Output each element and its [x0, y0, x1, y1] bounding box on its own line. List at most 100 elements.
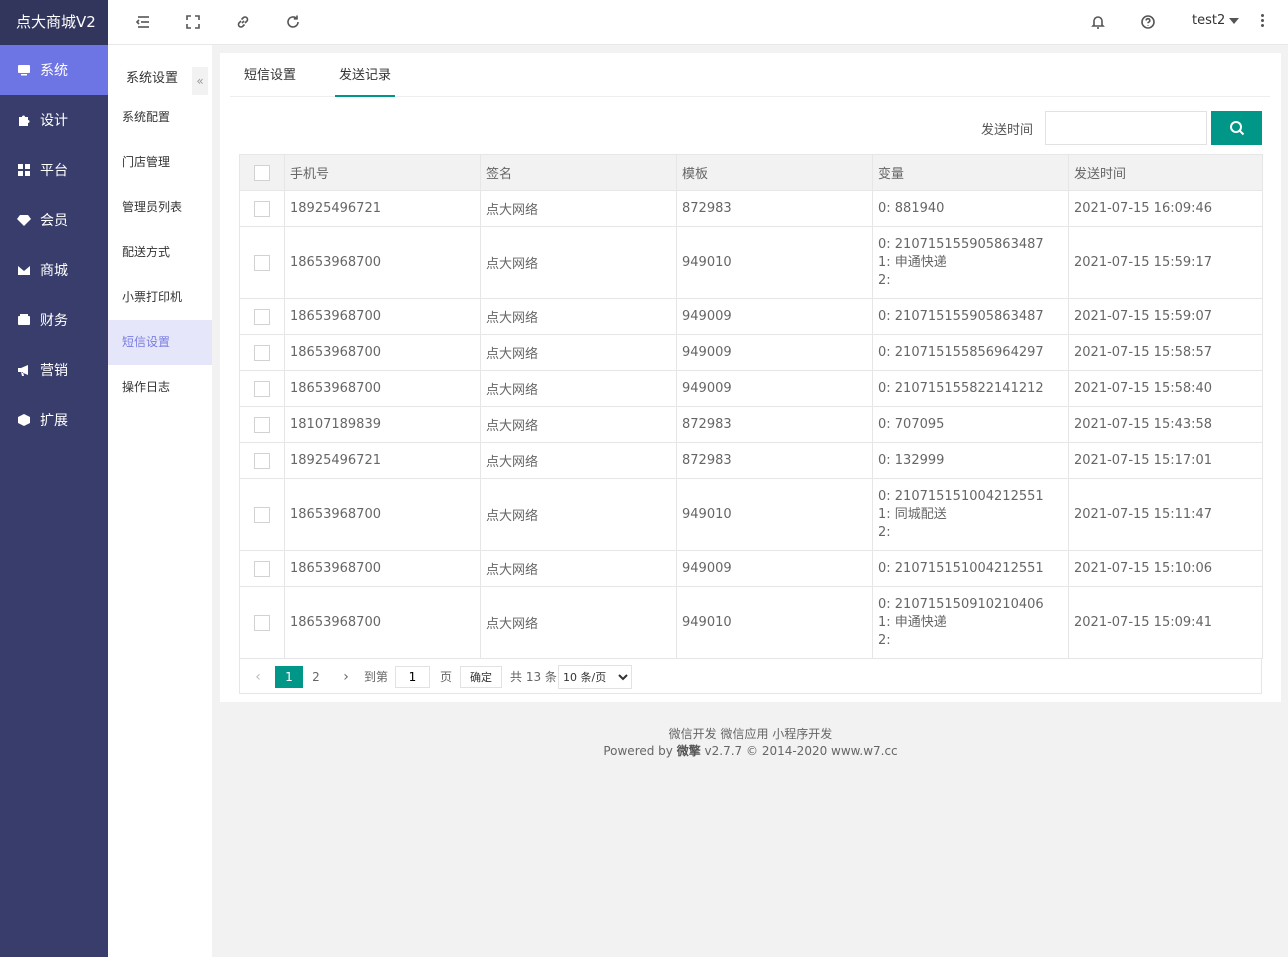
var-line: 0: 707095	[878, 416, 945, 432]
cell-sign: 点大网络	[480, 478, 677, 551]
row-checkbox[interactable]	[254, 254, 270, 271]
row-checkbox[interactable]	[254, 200, 270, 217]
collapse-menu-button[interactable]: «	[192, 67, 208, 95]
submenu-item-4[interactable]: 小票打印机	[108, 275, 212, 320]
submenu-item-6[interactable]: 操作日志	[108, 365, 212, 410]
cell-phone: 18925496721	[284, 442, 481, 479]
table-row: 18653968700 点大网络 949010 0: 2107151510042125…	[239, 478, 1263, 551]
row-checkbox[interactable]	[254, 506, 270, 523]
select-all-checkbox[interactable]	[254, 164, 270, 181]
submenu-item-2[interactable]: 管理员列表	[108, 185, 212, 230]
goto-label: 到第	[364, 670, 389, 684]
goto-page-input[interactable]	[395, 666, 430, 688]
sidebar-item-7[interactable]: 扩展	[0, 395, 108, 445]
cell-template: 949010	[676, 226, 873, 299]
sidebar-item-1[interactable]: 设计	[0, 95, 108, 145]
column-header-phone[interactable]: 手机号	[284, 154, 481, 191]
submenu-item-5[interactable]: 短信设置	[108, 320, 212, 365]
top-header: test2	[108, 0, 1288, 45]
table-header-row: 手机号 签名 模板 变量 发送时间	[239, 154, 1263, 191]
sidebar-item-6[interactable]: 营销	[0, 345, 108, 395]
app-logo: 点大商城V2	[0, 0, 108, 45]
var-line: 0: 210715151004212551	[878, 488, 1044, 504]
next-page-icon[interactable]: ›	[339, 666, 353, 688]
table-row: 18925496721 点大网络 872983 0: 132999 2021-07-15…	[239, 442, 1263, 479]
page-button-1[interactable]: 1	[275, 666, 303, 688]
table-row: 18653968700 点大网络 949010 0: 2107151559058634…	[239, 226, 1263, 299]
var-line: 0: 210715155905863487	[878, 308, 1044, 324]
submenu-item-1[interactable]: 门店管理	[108, 140, 212, 185]
row-checkbox[interactable]	[254, 416, 270, 433]
cell-phone: 18653968700	[284, 370, 481, 407]
page-button-2[interactable]: 2	[302, 666, 330, 688]
sidebar-item-0[interactable]: 系统	[0, 45, 108, 95]
cell-template: 949009	[676, 550, 873, 587]
fullscreen-icon[interactable]	[184, 13, 202, 31]
cell-phone: 18653968700	[284, 298, 481, 335]
cell-time: 2021-07-15 16:09:46	[1068, 190, 1263, 227]
var-line: 1: 申通快递	[878, 614, 947, 630]
submenu-item-0[interactable]: 系统配置	[108, 95, 212, 140]
cell-sign: 点大网络	[480, 370, 677, 407]
goto-confirm-button[interactable]: 确定	[460, 666, 502, 688]
column-header-time[interactable]: 发送时间	[1068, 154, 1263, 191]
wallet-icon	[17, 313, 31, 327]
row-select-cell	[239, 478, 285, 551]
var-line: 0: 132999	[878, 452, 945, 468]
sidebar-item-2[interactable]: 平台	[0, 145, 108, 195]
var-line: 0: 210715151004212551	[878, 560, 1044, 576]
menu-toggle-icon[interactable]	[134, 13, 152, 31]
cell-phone: 18107189839	[284, 406, 481, 443]
row-select-cell	[239, 406, 285, 443]
cell-phone: 18653968700	[284, 226, 481, 299]
cell-template: 949009	[676, 370, 873, 407]
user-name: test2	[1192, 13, 1226, 28]
bell-icon[interactable]	[1089, 13, 1107, 31]
row-checkbox[interactable]	[254, 560, 270, 577]
help-icon[interactable]	[1139, 13, 1157, 31]
column-header-template[interactable]: 模板	[676, 154, 873, 191]
send-time-label: 发送时间	[981, 123, 1034, 138]
footer-links[interactable]: 微信开发 微信应用 小程序开发	[669, 727, 833, 741]
var-line: 1: 同城配送	[878, 506, 947, 522]
row-checkbox[interactable]	[254, 380, 270, 397]
envelope-icon	[17, 263, 31, 277]
tab-sms-settings[interactable]: 短信设置	[240, 53, 300, 97]
cell-sign: 点大网络	[480, 586, 677, 659]
link-icon[interactable]	[234, 13, 252, 31]
cell-time: 2021-07-15 15:09:41	[1068, 586, 1263, 659]
cell-sign: 点大网络	[480, 226, 677, 299]
row-checkbox[interactable]	[254, 344, 270, 361]
cell-sign: 点大网络	[480, 298, 677, 335]
pagination: ‹ 1 2 › 到第 页 确定 共 13 条 10 条/页	[239, 658, 1262, 694]
cell-template: 949010	[676, 478, 873, 551]
page-size-select[interactable]: 10 条/页	[558, 665, 632, 689]
row-checkbox[interactable]	[254, 614, 270, 631]
tab-send-records[interactable]: 发送记录	[335, 53, 396, 97]
refresh-icon[interactable]	[284, 13, 302, 31]
cell-time: 2021-07-15 15:10:06	[1068, 550, 1263, 587]
user-menu[interactable]: test2	[1192, 13, 1240, 28]
column-header-vars[interactable]: 变量	[872, 154, 1069, 191]
row-checkbox[interactable]	[254, 308, 270, 325]
row-select-cell	[239, 370, 285, 407]
total-count: 共 13 条	[510, 670, 557, 684]
column-header-sign[interactable]: 签名	[480, 154, 677, 191]
more-vertical-icon[interactable]	[1258, 14, 1266, 32]
table-row: 18653968700 点大网络 949009 0: 2107151510042125…	[239, 550, 1263, 587]
cell-template: 949009	[676, 334, 873, 371]
sidebar-item-4[interactable]: 商城	[0, 245, 108, 295]
search-button[interactable]	[1211, 111, 1262, 145]
sidebar-item-3[interactable]: 会员	[0, 195, 108, 245]
sidebar-item-5[interactable]: 财务	[0, 295, 108, 345]
row-checkbox[interactable]	[254, 452, 270, 469]
cell-sign: 点大网络	[480, 406, 677, 443]
main-sidebar: 点大商城V2 系统 设计 平台 会员 商城 财务 营销 扩展	[0, 0, 108, 957]
powered-suffix: v2.7.7 © 2014-2020 www.w7.cc	[700, 744, 898, 758]
cell-template: 872983	[676, 442, 873, 479]
send-time-input[interactable]	[1045, 111, 1207, 145]
cell-time: 2021-07-15 15:43:58	[1068, 406, 1263, 443]
submenu-item-3[interactable]: 配送方式	[108, 230, 212, 275]
row-select-cell	[239, 298, 285, 335]
prev-page-icon[interactable]: ‹	[251, 666, 265, 688]
